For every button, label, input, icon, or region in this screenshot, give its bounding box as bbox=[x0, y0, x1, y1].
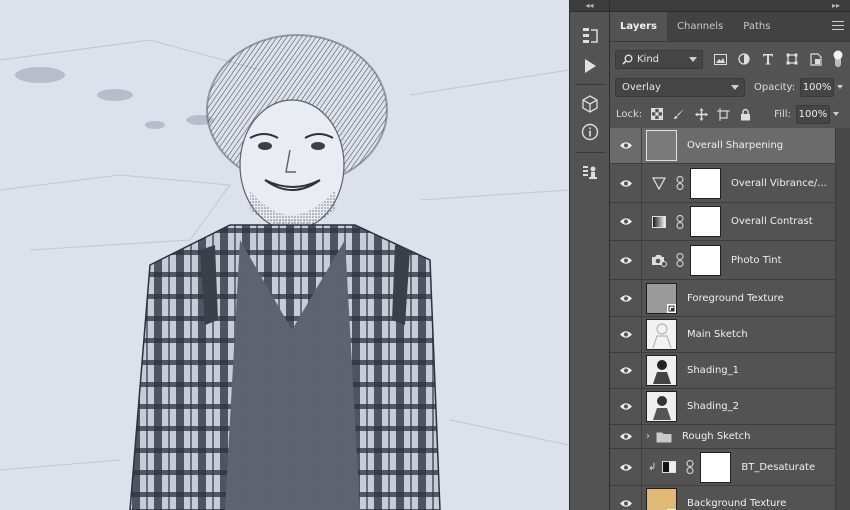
layer-name: BT_Desaturate bbox=[741, 461, 816, 473]
layer-row-background-texture[interactable]: Background Texture bbox=[610, 486, 835, 510]
filter-adjustment-icon[interactable] bbox=[737, 52, 751, 66]
lock-image-pixels-icon[interactable] bbox=[672, 107, 686, 121]
search-icon bbox=[622, 54, 633, 65]
blend-mode-value: Overlay bbox=[622, 81, 661, 93]
layer-name: Shading_1 bbox=[687, 365, 739, 376]
layer-name: Photo Tint bbox=[731, 254, 782, 266]
layer-thumbnail bbox=[646, 391, 677, 422]
layer-mask-thumbnail[interactable] bbox=[690, 244, 721, 276]
collapse-left-icon[interactable]: ◂◂ bbox=[570, 0, 609, 12]
3d-cube-icon[interactable] bbox=[578, 92, 602, 116]
link-icon[interactable] bbox=[684, 460, 696, 474]
layer-thumbnail bbox=[646, 355, 677, 386]
lock-artboard-icon[interactable] bbox=[716, 107, 730, 121]
lock-label: Lock: bbox=[616, 108, 643, 120]
blend-mode-select[interactable]: Overlay bbox=[615, 77, 745, 97]
layer-row-shading-2[interactable]: Shading_2 bbox=[610, 389, 835, 425]
layer-thumbnail bbox=[646, 319, 677, 350]
chevron-right-icon[interactable]: › bbox=[646, 431, 650, 442]
layer-thumbnail bbox=[646, 282, 677, 314]
smart-object-badge-icon bbox=[667, 303, 676, 313]
black-white-icon bbox=[658, 461, 680, 473]
link-icon[interactable] bbox=[674, 176, 686, 190]
camera-tint-icon bbox=[648, 254, 670, 267]
layer-mask-thumbnail[interactable] bbox=[690, 206, 721, 237]
filter-pixel-icon[interactable] bbox=[713, 52, 727, 66]
visibility-eye-icon[interactable] bbox=[610, 241, 642, 279]
layer-name: Overall Sharpening bbox=[687, 140, 784, 151]
visibility-eye-icon[interactable] bbox=[610, 425, 642, 448]
layer-mask-thumbnail[interactable] bbox=[690, 167, 721, 199]
filter-kind-value: Kind bbox=[637, 53, 660, 65]
document-canvas[interactable] bbox=[0, 0, 569, 510]
layer-row-overall-vibrance[interactable]: Overall Vibrance/... bbox=[610, 164, 835, 203]
info-icon[interactable] bbox=[578, 120, 602, 144]
layer-name: Main Sketch bbox=[687, 329, 748, 340]
tab-layers[interactable]: Layers bbox=[610, 12, 667, 41]
fill-label: Fill: bbox=[774, 108, 791, 120]
filter-toggle-switch[interactable] bbox=[831, 50, 845, 67]
layer-row-bt-desaturate[interactable]: ↲ BT_Desaturate bbox=[610, 449, 835, 486]
panel-tool-strip: ◂◂ bbox=[569, 0, 610, 510]
visibility-eye-icon[interactable] bbox=[610, 353, 642, 388]
layer-name: Overall Vibrance/... bbox=[731, 177, 827, 189]
lock-all-icon[interactable] bbox=[738, 107, 752, 121]
panel-menu-icon[interactable] bbox=[832, 21, 844, 31]
visibility-eye-icon[interactable] bbox=[610, 280, 642, 316]
filter-kind-select[interactable]: Kind bbox=[615, 49, 703, 69]
tab-channels[interactable]: Channels bbox=[667, 12, 733, 41]
sketch-artwork bbox=[0, 0, 569, 510]
filter-shape-icon[interactable] bbox=[785, 52, 799, 66]
visibility-eye-icon[interactable] bbox=[610, 389, 642, 424]
opacity-label: Opacity: bbox=[754, 81, 796, 93]
clipping-arrow-icon: ↲ bbox=[648, 461, 657, 473]
tab-paths[interactable]: Paths bbox=[733, 12, 780, 41]
lock-transparent-pixels-icon[interactable] bbox=[650, 107, 664, 121]
fill-flyout-icon[interactable] bbox=[832, 112, 839, 116]
gradient-map-icon bbox=[648, 215, 670, 228]
layer-row-photo-tint[interactable]: Photo Tint bbox=[610, 241, 835, 280]
visibility-eye-icon[interactable] bbox=[610, 486, 642, 510]
visibility-eye-icon[interactable] bbox=[610, 317, 642, 352]
layers-list: Overall Sharpening Overall Vibrance/... … bbox=[610, 128, 835, 510]
layer-name: Shading_2 bbox=[687, 401, 739, 412]
clone-source-icon[interactable] bbox=[578, 160, 602, 184]
layer-row-foreground-texture[interactable]: Foreground Texture bbox=[610, 280, 835, 317]
layer-row-main-sketch[interactable]: Main Sketch bbox=[610, 317, 835, 353]
visibility-eye-icon[interactable] bbox=[610, 203, 642, 240]
layer-thumbnail bbox=[646, 130, 677, 161]
layer-row-shading-1[interactable]: Shading_1 bbox=[610, 353, 835, 389]
layer-mask-thumbnail[interactable] bbox=[700, 451, 732, 483]
link-icon[interactable] bbox=[674, 253, 686, 267]
layer-thumbnail bbox=[646, 488, 677, 510]
layer-name: Background Texture bbox=[687, 498, 787, 509]
layers-scrollbar[interactable] bbox=[835, 128, 850, 510]
filter-smart-object-icon[interactable] bbox=[809, 52, 823, 66]
visibility-eye-icon[interactable] bbox=[610, 128, 642, 163]
opacity-flyout-icon[interactable] bbox=[837, 85, 844, 89]
link-icon[interactable] bbox=[674, 214, 686, 229]
layer-row-overall-contrast[interactable]: Overall Contrast bbox=[610, 203, 835, 241]
visibility-eye-icon[interactable] bbox=[610, 164, 642, 202]
filter-type-icon[interactable] bbox=[761, 52, 775, 66]
lock-position-icon[interactable] bbox=[694, 107, 708, 121]
play-action-icon[interactable] bbox=[578, 54, 602, 78]
visibility-eye-icon[interactable] bbox=[610, 449, 642, 485]
layers-panel: ▸▸ Layers Channels Paths Kind Overlay Op… bbox=[610, 0, 850, 510]
fill-input[interactable]: 100% bbox=[795, 104, 830, 124]
panel-tabs: Layers Channels Paths bbox=[610, 12, 850, 42]
vibrance-triangle-icon bbox=[648, 176, 670, 190]
history-brush-icon[interactable] bbox=[578, 24, 602, 48]
collapse-right-icon[interactable]: ▸▸ bbox=[610, 0, 850, 12]
layer-row-rough-sketch-group[interactable]: › Rough Sketch bbox=[610, 425, 835, 449]
layer-name: Overall Contrast bbox=[731, 216, 813, 227]
layer-name: Rough Sketch bbox=[682, 431, 751, 442]
layer-name: Foreground Texture bbox=[687, 292, 784, 304]
opacity-input[interactable]: 100% bbox=[800, 77, 835, 97]
folder-icon bbox=[656, 432, 672, 442]
layer-row-overall-sharpening[interactable]: Overall Sharpening bbox=[610, 128, 835, 164]
